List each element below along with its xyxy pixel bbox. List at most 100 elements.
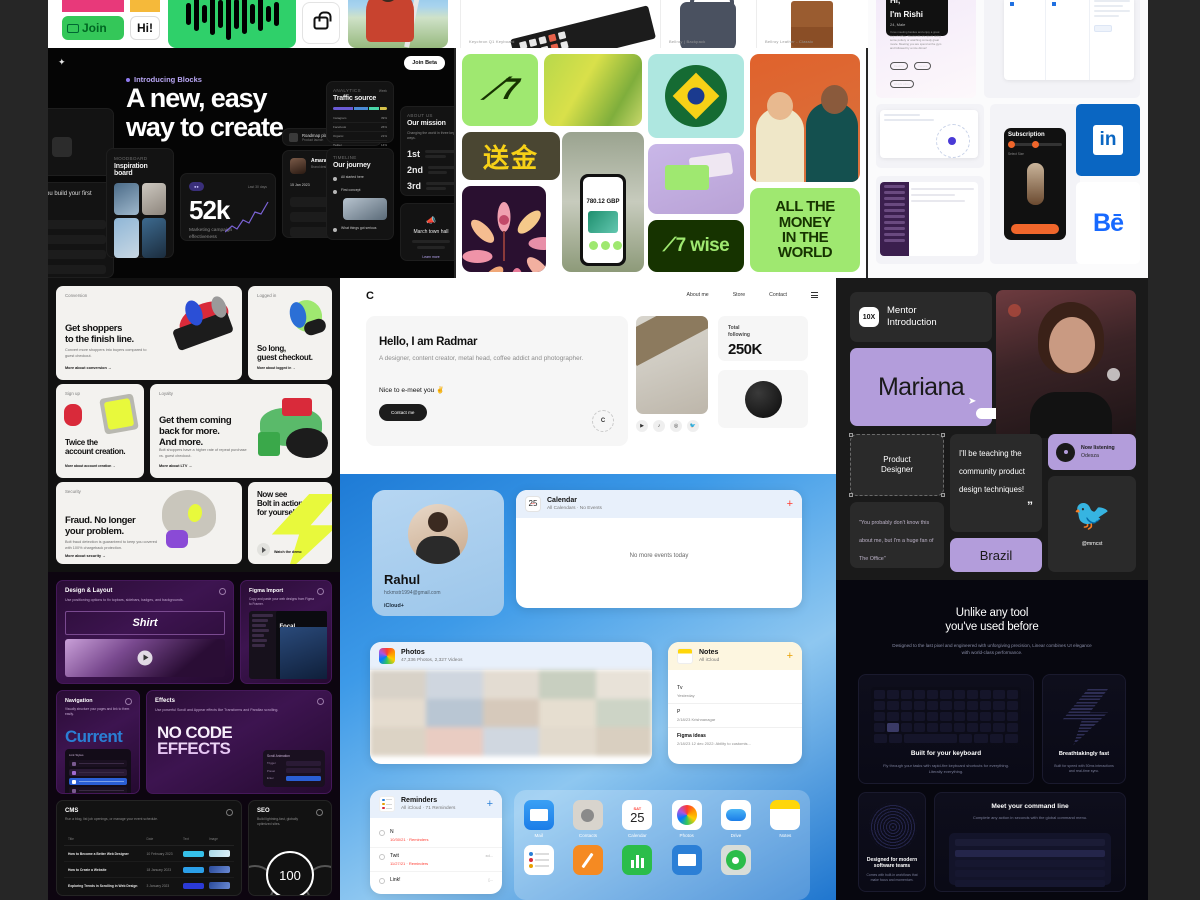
note-row[interactable]: Tv Yesterday <box>668 680 802 704</box>
table-row[interactable]: How to Become a Better Web Designer 10 F… <box>64 846 234 862</box>
join-button[interactable]: Join <box>62 16 124 40</box>
hero-card-mission[interactable]: ABOUT US Our mission Changing the world … <box>400 106 454 196</box>
youtube-icon[interactable]: ▶ <box>636 420 648 432</box>
dock-item-drive[interactable]: Drive <box>711 800 760 838</box>
dock-item-pages[interactable] <box>563 845 612 875</box>
video-preview[interactable] <box>65 639 225 677</box>
now-listening-card[interactable]: Now listening Odesza <box>1048 434 1136 470</box>
notes-add-icon[interactable]: + <box>787 650 793 662</box>
bolt-card-signup[interactable]: Sign up Twice the account creation. More… <box>56 384 144 478</box>
dock-item-mail[interactable]: Mail <box>514 800 563 838</box>
gear-icon[interactable] <box>125 698 132 705</box>
checkbox[interactable] <box>379 854 385 860</box>
gear-icon[interactable] <box>226 809 233 816</box>
table-row[interactable]: How to Create a Website 18 January 2023 <box>64 862 234 878</box>
hero-card-left-stat[interactable]: New leads 16 <box>48 108 114 176</box>
framer-card-navigation[interactable]: Navigation Visually structure your pages… <box>56 690 140 794</box>
product-card-leather[interactable]: Bellroy Leather - Classic <box>756 0 866 48</box>
linear-card-keyboard[interactable]: Built for your keyboard Fly through your… <box>858 674 1034 784</box>
discord-card[interactable] <box>876 176 984 264</box>
card-link[interactable]: More about account creation → <box>65 464 116 468</box>
traffic-menu[interactable]: Week <box>379 89 387 93</box>
subscription-next-button[interactable] <box>1011 224 1059 234</box>
lock-card[interactable] <box>302 2 340 44</box>
reminders-widget[interactable]: Reminders All iCloud · 71 Reminders + N … <box>370 790 502 894</box>
contact-me-button[interactable]: Contact me <box>379 404 427 421</box>
command-option[interactable] <box>955 860 1105 867</box>
menu-icon[interactable] <box>811 292 818 299</box>
card-link[interactable]: More about logged in → <box>257 366 296 370</box>
twitter-icon[interactable]: 🐦 <box>687 420 699 432</box>
hi-button[interactable]: Hi! <box>130 16 160 40</box>
command-option[interactable] <box>955 850 1105 857</box>
dock-item-notes[interactable]: Notes <box>761 800 810 838</box>
product-card-backpack[interactable]: Bellroy | Backpack <box>660 0 754 48</box>
size-slider[interactable] <box>1008 141 1062 148</box>
analytics-card[interactable] <box>876 104 984 168</box>
command-search-input[interactable] <box>955 839 1105 846</box>
linear-card-command[interactable]: Meet your command line Complete any acti… <box>934 792 1126 892</box>
card-link[interactable]: More about LTV → <box>159 464 192 468</box>
card-link[interactable]: More about security → <box>65 554 106 558</box>
dock-item-calendar[interactable]: SAT 25 Calendar <box>613 800 662 838</box>
linear-card-modern[interactable]: Designed for modern software teams Comes … <box>858 792 926 892</box>
checkbox[interactable] <box>379 878 385 884</box>
dashboard-card[interactable] <box>984 0 1140 98</box>
hero-card-townhall[interactable]: 📣 March town hall Learn more <box>400 203 454 261</box>
nav-contact[interactable]: Contact <box>769 292 787 298</box>
nav-about-me[interactable]: About me <box>686 292 708 298</box>
dock-item-reminders[interactable] <box>514 845 563 875</box>
table-row[interactable]: Exploring Trends in Scrolling in Web Des… <box>64 878 234 893</box>
radmar-logo[interactable]: C <box>366 290 374 302</box>
subscription-card[interactable]: Subscription Select Size <box>990 104 1080 264</box>
gear-icon[interactable] <box>219 588 226 595</box>
hero-card-traffic[interactable]: ANALYTICS Week Traffic source Instagram 3… <box>326 81 394 147</box>
framer-card-figma[interactable]: Figma Import Copy and paste your web des… <box>240 580 332 684</box>
nav-store[interactable]: Store <box>733 292 745 298</box>
bolt-card-security[interactable]: Security Fraud. No longer your problem. … <box>56 482 242 564</box>
dock-item-numbers[interactable] <box>613 845 662 875</box>
bolt-card-demo[interactable]: Now see Bolt in action for yourself. Wat… <box>248 482 332 564</box>
card-link[interactable]: Watch the demo <box>274 550 302 554</box>
checkbox[interactable] <box>379 830 385 836</box>
note-row[interactable]: Figma ideas 2/18/23 12 dec 2022: Ability… <box>668 728 802 751</box>
profile-widget[interactable]: Rahul hckmstr1994@gmail.com iCloud+ <box>372 490 504 616</box>
hero-card-journey[interactable]: TIMELINE Our journey All started here Fi… <box>326 148 394 240</box>
framer-card-effects[interactable]: Effects Use powerful Scroll and Appear e… <box>146 690 332 794</box>
behance-tile[interactable]: Bē <box>1076 182 1140 264</box>
calendar-widget[interactable]: SAT 25 Calendar All Calendars · No Event… <box>516 490 802 608</box>
product-card-keyboard[interactable]: Keychron Q1 Keyboard <box>460 0 658 48</box>
framer-card-seo[interactable]: SEO Build lightning-fast, globally optim… <box>248 800 332 896</box>
tiktok-icon[interactable]: ♪ <box>653 420 665 432</box>
calendar-add-icon[interactable]: + <box>787 498 793 510</box>
framer-card-cms[interactable]: CMS Run a blog, list job openings, or ma… <box>56 800 242 896</box>
join-beta-button[interactable]: Join Beta <box>404 56 445 70</box>
rishi-card[interactable]: Hi, I'm Rishi 24, Male I love meeting be… <box>876 0 976 98</box>
townhall-cta[interactable]: Learn more <box>407 255 454 259</box>
bolt-card-loggedin[interactable]: Logged in So long, guest checkout. More … <box>248 286 332 380</box>
reminder-row[interactable]: Link! [... <box>370 872 502 889</box>
instagram-icon[interactable]: ◎ <box>670 420 682 432</box>
command-option[interactable] <box>955 880 1105 887</box>
dock-item-findmy[interactable] <box>711 845 760 875</box>
reminder-row[interactable]: Twit 11/27/21 · Reminders xd... <box>370 848 502 872</box>
dock-item-photos[interactable]: Photos <box>662 800 711 838</box>
twitter-card[interactable]: 🐦 @mrncst <box>1048 476 1136 572</box>
dock-item-contacts[interactable]: Contacts <box>563 800 612 838</box>
linear-card-fast[interactable]: Breathtakingly fast Built for speed with… <box>1042 674 1126 784</box>
play-icon[interactable] <box>257 543 270 556</box>
command-option[interactable] <box>955 870 1105 877</box>
scroll-animation-panel[interactable]: Scroll Animation Trigger Preset Enter <box>263 749 325 787</box>
reminders-add-icon[interactable]: + <box>487 798 493 810</box>
play-icon[interactable] <box>137 650 153 666</box>
dock-item-keynote[interactable] <box>662 845 711 875</box>
note-row[interactable]: P 2/18/23 Krishnanagar <box>668 704 802 728</box>
reminder-row[interactable]: N 10/30/21 · Reminders <box>370 824 502 848</box>
photos-widget[interactable]: Photos 47,336 Photos, 2,327 Videos <box>370 642 652 764</box>
linkedin-tile[interactable]: in <box>1076 104 1140 176</box>
gear-icon[interactable] <box>317 588 324 595</box>
gear-icon[interactable] <box>317 698 324 705</box>
card-link[interactable]: More about conversion → <box>65 366 112 370</box>
gear-icon[interactable] <box>316 809 323 816</box>
notes-widget[interactable]: Notes All iCloud + Tv Yesterday P 2/18/2… <box>668 642 802 764</box>
